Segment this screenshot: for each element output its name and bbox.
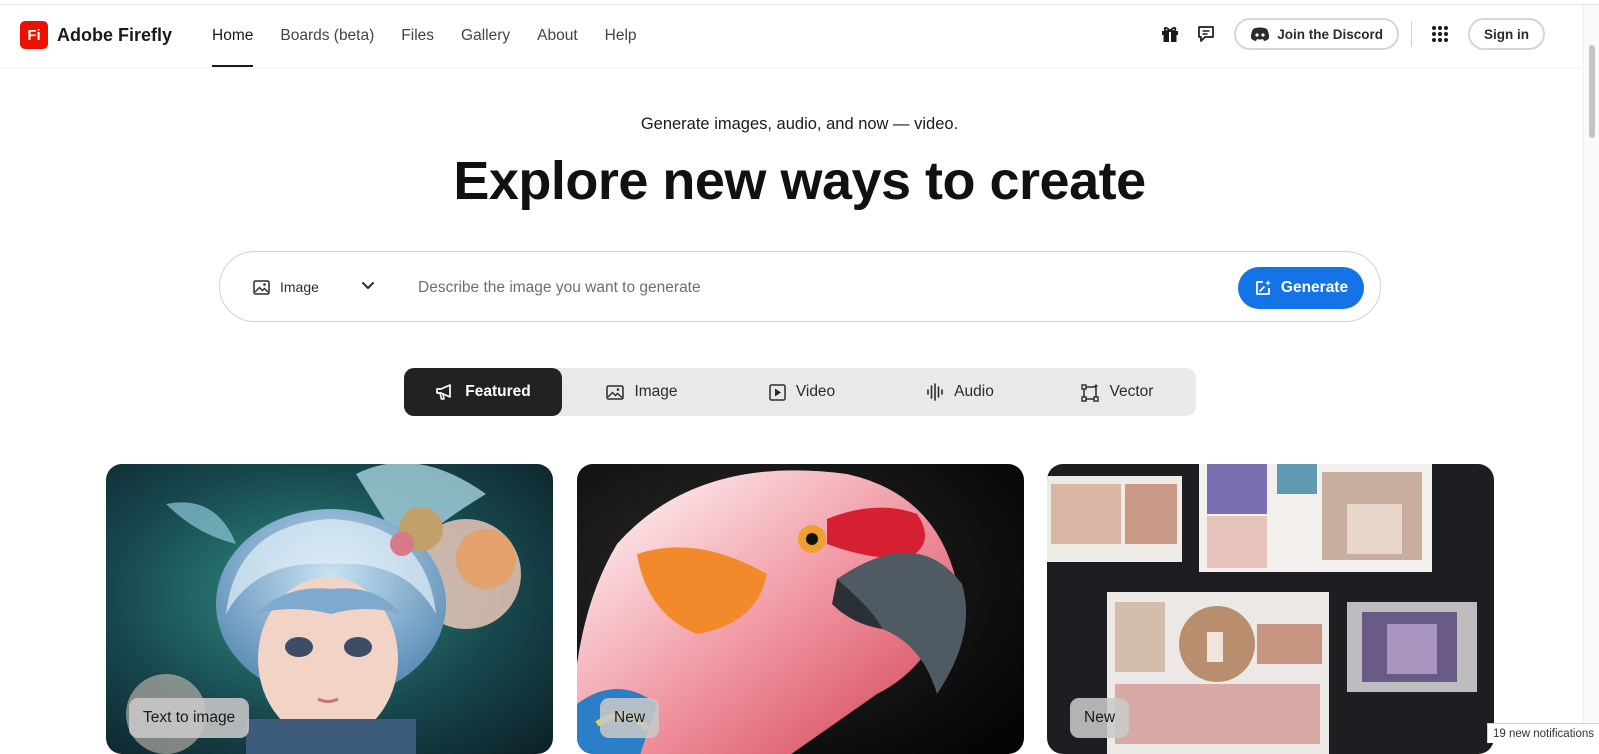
gift-icon bbox=[1160, 24, 1180, 44]
image-icon bbox=[253, 280, 270, 295]
card-badge: New bbox=[1070, 698, 1129, 738]
discord-icon bbox=[1250, 26, 1270, 42]
generate-button[interactable]: Generate bbox=[1238, 267, 1364, 309]
tab-video[interactable]: Video bbox=[722, 368, 882, 416]
vector-shape-icon bbox=[1081, 383, 1100, 402]
prompt-input[interactable] bbox=[418, 273, 1198, 303]
nav-item-about[interactable]: About bbox=[537, 5, 578, 67]
chevron-down-icon bbox=[361, 278, 375, 292]
feature-card-parrot[interactable]: New bbox=[577, 464, 1024, 754]
join-discord-button[interactable]: Join the Discord bbox=[1234, 18, 1399, 50]
nav-item-gallery[interactable]: Gallery bbox=[461, 5, 510, 67]
brand[interactable]: Fi Adobe Firefly bbox=[20, 21, 172, 49]
chat-feedback-icon bbox=[1196, 24, 1216, 44]
site-header: Fi Adobe Firefly Home Boards (beta) File… bbox=[0, 5, 1583, 67]
tab-image[interactable]: Image bbox=[562, 368, 722, 416]
audio-waveform-icon bbox=[926, 383, 944, 401]
feature-card-text-to-image[interactable]: Text to image bbox=[106, 464, 553, 754]
generate-label: Generate bbox=[1281, 279, 1348, 297]
sign-in-button[interactable]: Sign in bbox=[1468, 18, 1545, 50]
category-tabs: Featured Image Video Audio bbox=[404, 368, 1196, 416]
tab-vector-label: Vector bbox=[1110, 383, 1154, 401]
gift-button[interactable] bbox=[1154, 18, 1186, 50]
tab-vector[interactable]: Vector bbox=[1038, 368, 1196, 416]
media-type-select[interactable]: Image bbox=[253, 276, 375, 298]
tab-image-label: Image bbox=[634, 383, 677, 401]
tab-video-label: Video bbox=[796, 383, 835, 401]
media-type-value: Image bbox=[280, 279, 319, 295]
brand-name: Adobe Firefly bbox=[57, 25, 172, 46]
prompt-bar: Image Generate bbox=[219, 251, 1381, 322]
nav-item-boards[interactable]: Boards (beta) bbox=[280, 5, 374, 67]
tab-featured[interactable]: Featured bbox=[404, 368, 562, 416]
header-divider bbox=[1411, 21, 1412, 47]
hero-title: Explore new ways to create bbox=[0, 150, 1599, 212]
nav-item-help[interactable]: Help bbox=[605, 5, 637, 67]
notifications-indicator[interactable]: 19 new notifications bbox=[1487, 723, 1599, 743]
card-badge: Text to image bbox=[129, 698, 249, 738]
nav-item-files[interactable]: Files bbox=[401, 5, 434, 67]
main-nav: Home Boards (beta) Files Gallery About H… bbox=[212, 5, 664, 67]
firefly-logo-icon: Fi bbox=[20, 21, 48, 49]
header-actions: Join the Discord Sign in bbox=[1154, 18, 1545, 50]
tab-audio[interactable]: Audio bbox=[882, 368, 1038, 416]
hero-tagline: Generate images, audio, and now — video. bbox=[0, 115, 1599, 134]
image-icon bbox=[606, 385, 624, 400]
tab-featured-label: Featured bbox=[465, 383, 530, 401]
nav-item-home[interactable]: Home bbox=[212, 5, 253, 67]
feedback-button[interactable] bbox=[1190, 18, 1222, 50]
video-play-icon bbox=[769, 384, 786, 401]
app-grid-icon bbox=[1431, 25, 1449, 43]
megaphone-icon bbox=[435, 383, 455, 401]
tab-audio-label: Audio bbox=[954, 383, 994, 401]
join-discord-label: Join the Discord bbox=[1277, 27, 1383, 42]
generate-sparkle-icon bbox=[1254, 279, 1272, 297]
apps-button[interactable] bbox=[1424, 18, 1456, 50]
card-badge: New bbox=[600, 698, 659, 738]
feature-card-moodboard[interactable]: New bbox=[1047, 464, 1494, 754]
